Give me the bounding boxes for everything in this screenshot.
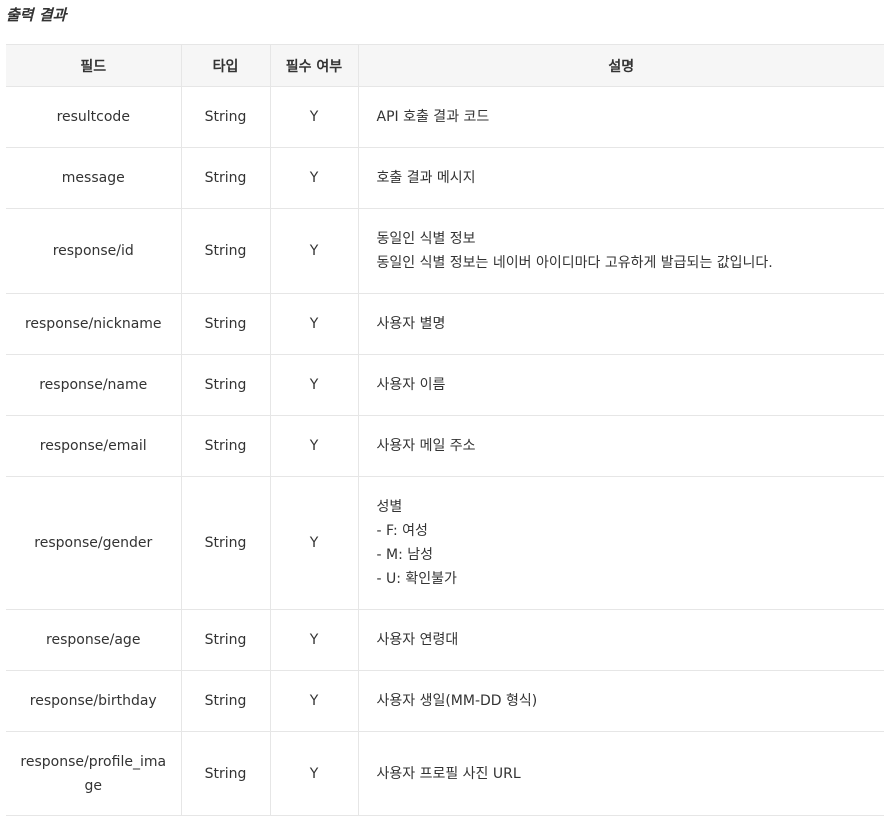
field-name-cell: response/nickname	[6, 293, 181, 355]
description-cell: 사용자 프로필 사진 URL	[357, 731, 884, 816]
description-line: 사용자 프로필 사진 URL	[376, 765, 521, 782]
description-line: 동일인 식별 정보	[376, 231, 476, 247]
required-cell: Y	[269, 731, 358, 816]
description-line: 성별	[376, 499, 403, 515]
description-cell: 동일인 식별 정보 동일인 식별 정보는 네이버 아이디마다 고유하게 발급되는…	[357, 208, 884, 294]
description-cell: 사용자 별명	[357, 293, 884, 355]
type-cell: String	[180, 208, 270, 294]
table-row: resultcode String Y API 호출 결과 코드	[6, 86, 884, 148]
field-name-cell: response/name	[6, 354, 181, 416]
required-cell: Y	[269, 670, 358, 732]
section-title: 출력 결과	[6, 6, 67, 24]
field-name-cell: response/profile_image	[6, 731, 181, 816]
field-name-cell: response/birthday	[6, 670, 181, 732]
type-cell: String	[180, 86, 270, 148]
description-cell: 사용자 이름	[357, 354, 884, 416]
type-cell: String	[180, 476, 270, 610]
description-line: 사용자 생일(MM-DD 형식)	[376, 693, 538, 709]
description-cell: 사용자 연령대	[357, 609, 884, 671]
description-cell: 사용자 메일 주소	[357, 415, 884, 477]
required-cell: Y	[269, 354, 358, 416]
field-name-cell: response/age	[6, 609, 181, 671]
table-row: response/profile_image String Y 사용자 프로필 …	[6, 731, 884, 816]
field-name-cell: message	[6, 147, 181, 209]
description-line: 사용자 메일 주소	[376, 438, 476, 454]
required-cell: Y	[269, 609, 358, 671]
required-cell: Y	[269, 293, 358, 355]
field-name-cell: resultcode	[6, 86, 181, 148]
required-cell: Y	[269, 147, 358, 209]
description-line: 호출 결과 메시지	[376, 170, 476, 186]
table-header: 필드 타입 필수 여부 설명	[6, 44, 884, 87]
description-cell: 성별 - F: 여성 - M: 남성 - U: 확인불가	[357, 476, 884, 610]
table-row: response/gender String Y 성별 - F: 여성 - M:…	[6, 476, 884, 610]
type-cell: String	[180, 354, 270, 416]
description-line: - M: 남성	[376, 547, 434, 563]
header-field: 필드	[6, 44, 181, 87]
description-line: - F: 여성	[376, 523, 428, 539]
type-cell: String	[180, 147, 270, 209]
header-row: 필드 타입 필수 여부 설명	[6, 44, 884, 87]
field-name-cell: response/gender	[6, 476, 181, 610]
description-line: API 호출 결과 코드	[376, 109, 490, 125]
type-cell: String	[180, 293, 270, 355]
type-cell: String	[180, 609, 270, 671]
description-cell: API 호출 결과 코드	[357, 86, 884, 148]
table-row: response/name String Y 사용자 이름	[6, 354, 884, 416]
header-type: 타입	[180, 44, 270, 87]
description-line: - U: 확인불가	[376, 571, 457, 587]
required-cell: Y	[269, 415, 358, 477]
required-cell: Y	[269, 476, 358, 610]
table-row: response/birthday String Y 사용자 생일(MM-DD …	[6, 670, 884, 732]
field-name-cell: response/email	[6, 415, 181, 477]
required-cell: Y	[269, 86, 358, 148]
table-row: response/nickname String Y 사용자 별명	[6, 293, 884, 355]
table-row: response/age String Y 사용자 연령대	[6, 609, 884, 671]
required-cell: Y	[269, 208, 358, 294]
header-required: 필수 여부	[269, 44, 358, 87]
description-line: 사용자 연령대	[376, 632, 459, 648]
description-line: 사용자 별명	[376, 316, 446, 332]
description-cell: 사용자 생일(MM-DD 형식)	[357, 670, 884, 732]
table-row: response/id String Y 동일인 식별 정보 동일인 식별 정보…	[6, 208, 884, 294]
header-description: 설명	[357, 44, 884, 87]
type-cell: String	[180, 670, 270, 732]
description-line: 동일인 식별 정보는 네이버 아이디마다 고유하게 발급되는 값입니다.	[376, 255, 773, 271]
type-cell: String	[180, 731, 270, 816]
field-name-cell: response/id	[6, 208, 181, 294]
table-row: message String Y 호출 결과 메시지	[6, 147, 884, 209]
output-result-table: 필드 타입 필수 여부 설명 resultcode String Y API 호…	[6, 44, 884, 816]
type-cell: String	[180, 415, 270, 477]
description-cell: 호출 결과 메시지	[357, 147, 884, 209]
table-row: response/email String Y 사용자 메일 주소	[6, 415, 884, 477]
description-line: 사용자 이름	[376, 377, 446, 393]
